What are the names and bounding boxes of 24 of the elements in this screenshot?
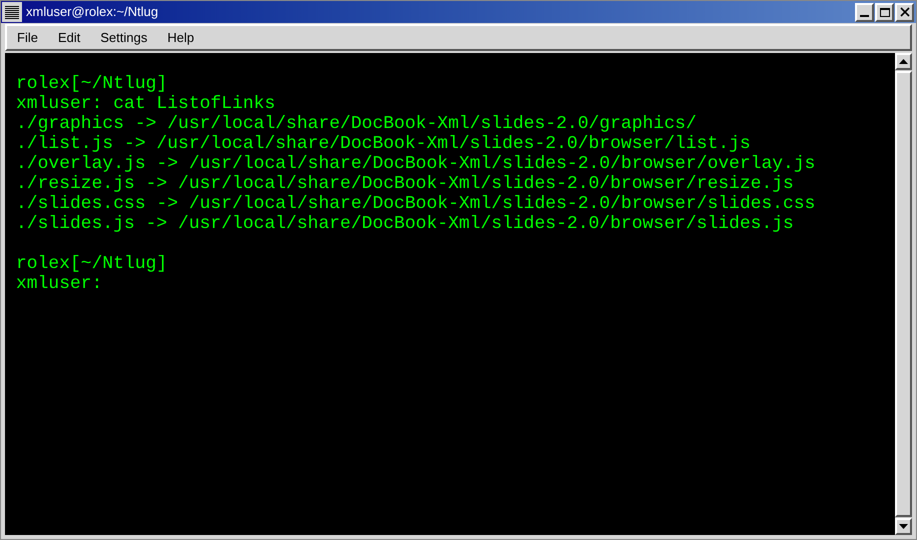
menu-item[interactable]: Help	[157, 28, 204, 48]
maximize-button[interactable]	[875, 2, 894, 22]
close-button[interactable]	[895, 2, 914, 22]
terminal-line: xmluser:	[16, 274, 102, 294]
terminal-line: rolex[~/Ntlug]	[16, 254, 168, 274]
terminal-line: xmluser: cat ListofLinks	[16, 94, 276, 114]
terminal-line: ./slides.js -> /usr/local/share/DocBook-Xml/slides-2.0/browser/slides.js	[16, 214, 794, 234]
menu-item[interactable]: Settings	[90, 28, 158, 48]
terminal-line: ./list.js -> /usr/local/share/DocBook-Xml/slides-2.0/browser/list.js	[16, 134, 751, 154]
scroll-up-button[interactable]	[895, 53, 912, 70]
terminal-line: ./overlay.js -> /usr/local/share/DocBook-Xml/slides-2.0/browser/overlay.js	[16, 154, 816, 174]
menu-item[interactable]: Edit	[48, 28, 90, 48]
terminal-line: rolex[~/Ntlug]	[16, 74, 168, 94]
window-menu-icon[interactable]	[2, 2, 22, 22]
window-title: xmluser@rolex:~/Ntlug	[26, 3, 160, 22]
scroll-down-button[interactable]	[895, 518, 912, 535]
down-arrow-icon	[899, 524, 908, 529]
minimize-button[interactable]	[855, 2, 874, 22]
up-arrow-icon	[899, 59, 908, 64]
terminal-line: ./slides.css -> /usr/local/share/DocBook-Xml/slides-2.0/browser/slides.css	[16, 194, 816, 214]
terminal-line: ./graphics -> /usr/local/share/DocBook-Xml/slides-2.0/graphics/	[16, 114, 697, 134]
close-icon	[900, 7, 910, 17]
menu-item[interactable]: File	[7, 28, 48, 48]
terminal-line: ./resize.js -> /usr/local/share/DocBook-Xml/slides-2.0/browser/resize.js	[16, 174, 794, 194]
